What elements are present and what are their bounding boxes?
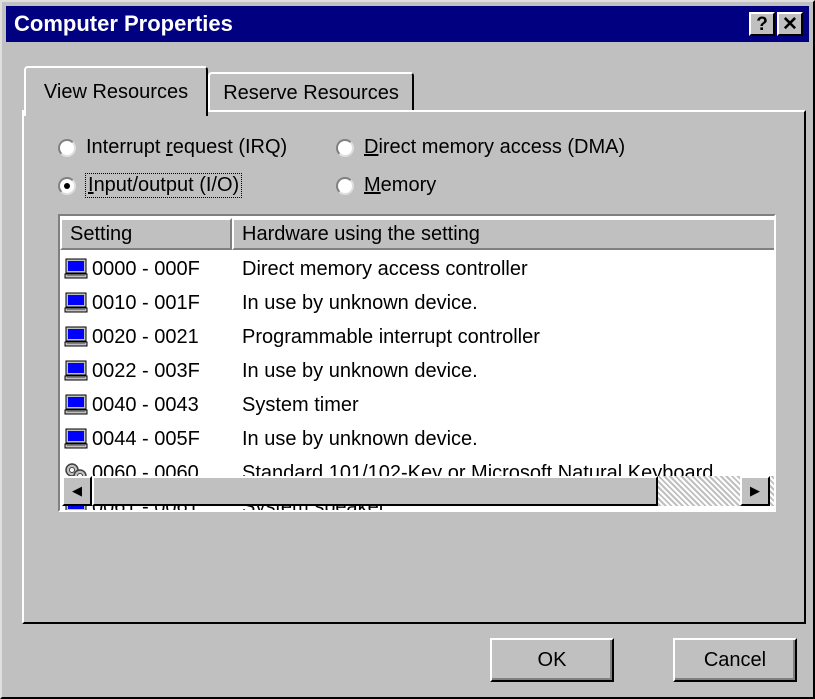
column-header-setting[interactable]: Setting bbox=[60, 218, 232, 250]
setting-value: 0020 - 0021 bbox=[92, 325, 199, 348]
hardware-cell: In use by unknown device. bbox=[242, 427, 478, 450]
list-item[interactable]: 0040 - 0043 System timer bbox=[60, 388, 740, 422]
close-button[interactable]: ✕ bbox=[777, 12, 803, 36]
tab-view-resources[interactable]: View Resources bbox=[24, 66, 208, 116]
cancel-button[interactable]: Cancel bbox=[673, 638, 797, 682]
column-header-hardware[interactable]: Hardware using the setting bbox=[232, 218, 774, 250]
radio-irq-indicator bbox=[58, 138, 76, 157]
tab-reserve-resources[interactable]: Reserve Resources bbox=[208, 72, 414, 112]
radio-io-indicator bbox=[58, 176, 76, 195]
hardware-cell: In use by unknown device. bbox=[242, 291, 478, 314]
setting-value: 0022 - 003F bbox=[92, 359, 200, 382]
help-button[interactable]: ? bbox=[749, 12, 775, 36]
radio-dma-label: Direct memory access (DMA) bbox=[364, 136, 626, 158]
radio-dma[interactable]: Direct memory access (DMA) bbox=[336, 136, 625, 159]
hardware-cell: Direct memory access controller bbox=[242, 257, 528, 280]
radio-irq[interactable]: Interrupt request (IRQ) bbox=[58, 136, 287, 159]
computer-icon bbox=[64, 292, 88, 314]
setting-value: 0010 - 001F bbox=[92, 291, 200, 314]
horizontal-scroll-thumb[interactable] bbox=[92, 476, 658, 506]
setting-cell: 0022 - 003F bbox=[64, 360, 200, 383]
setting-cell: 0044 - 005F bbox=[64, 428, 200, 451]
ok-button[interactable]: OK bbox=[490, 638, 614, 682]
window-title: Computer Properties bbox=[14, 11, 233, 36]
hardware-cell: System timer bbox=[242, 393, 359, 416]
setting-value: 0000 - 000F bbox=[92, 257, 200, 280]
computer-properties-dialog: Computer Properties ? ✕ View Resources R… bbox=[0, 0, 815, 699]
tab-reserve-resources-label: Reserve Resources bbox=[223, 81, 399, 104]
list-item[interactable]: 0020 - 0021 Programmable interrupt contro… bbox=[60, 320, 740, 354]
computer-icon bbox=[64, 394, 88, 416]
radio-io-label: Input/output (I/O) bbox=[84, 173, 243, 198]
horizontal-scrollbar[interactable]: ◀ ▶ bbox=[62, 476, 774, 506]
radio-memory-label: Memory bbox=[364, 174, 437, 196]
setting-cell: 0000 - 000F bbox=[64, 258, 200, 281]
setting-value: 0040 - 0043 bbox=[92, 393, 199, 416]
list-item[interactable]: 0022 - 003F In use by unknown device. bbox=[60, 354, 740, 388]
computer-icon bbox=[64, 428, 88, 450]
tab-view-resources-label: View Resources bbox=[43, 80, 189, 103]
title-bar[interactable]: Computer Properties ? ✕ bbox=[6, 6, 809, 42]
setting-cell: 0020 - 0021 bbox=[64, 326, 199, 349]
computer-icon bbox=[64, 360, 88, 382]
setting-value: 0044 - 005F bbox=[92, 427, 200, 450]
setting-cell: 0040 - 0043 bbox=[64, 394, 199, 417]
setting-cell: 0010 - 001F bbox=[64, 292, 200, 315]
scroll-left-button[interactable]: ◀ bbox=[62, 476, 92, 506]
radio-dma-indicator bbox=[336, 138, 354, 157]
list-item[interactable]: 0044 - 005F In use by unknown device. bbox=[60, 422, 740, 456]
computer-icon bbox=[64, 258, 88, 280]
radio-irq-label: Interrupt request (IRQ) bbox=[86, 136, 288, 158]
radio-io[interactable]: Input/output (I/O) bbox=[58, 173, 243, 198]
hardware-cell: Programmable interrupt controller bbox=[242, 325, 540, 348]
scroll-right-button[interactable]: ▶ bbox=[740, 476, 770, 506]
list-item[interactable]: 0000 - 000F Direct memory access controll… bbox=[60, 252, 740, 286]
resource-list[interactable]: Setting Hardware using the setting 0000 … bbox=[58, 214, 776, 512]
radio-memory[interactable]: Memory bbox=[336, 174, 436, 197]
hardware-cell: In use by unknown device. bbox=[242, 359, 478, 382]
radio-memory-indicator bbox=[336, 176, 354, 195]
resource-rows: 0000 - 000F Direct memory access controll… bbox=[60, 252, 740, 510]
list-item[interactable]: 0010 - 001F In use by unknown device. bbox=[60, 286, 740, 320]
computer-icon bbox=[64, 326, 88, 348]
